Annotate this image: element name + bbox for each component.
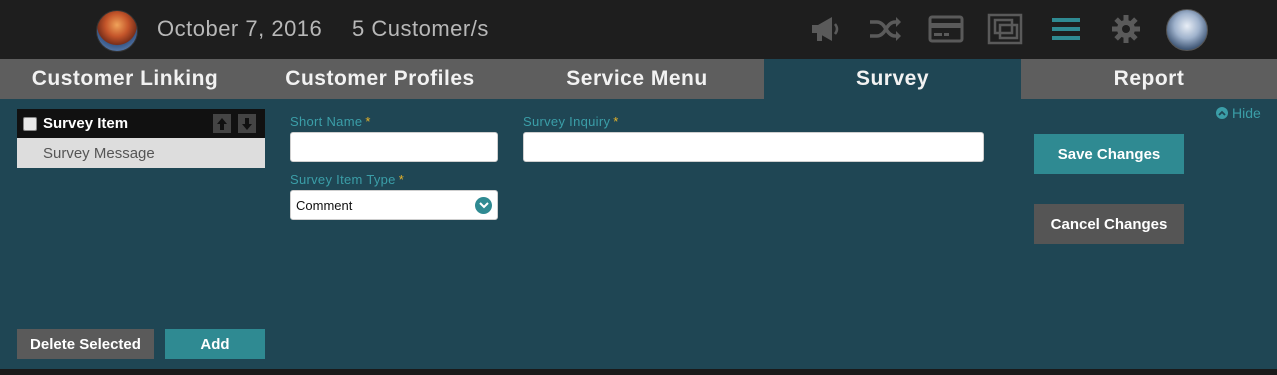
tab-customer-profiles[interactable]: Customer Profiles (250, 59, 510, 99)
shuffle-icon[interactable] (867, 12, 903, 46)
megaphone-icon[interactable] (808, 12, 844, 46)
screens-icon[interactable] (987, 12, 1023, 46)
hide-label: Hide (1232, 105, 1261, 121)
main-tabs: Customer Linking Customer Profiles Servi… (0, 59, 1277, 99)
chevron-down-icon (475, 197, 492, 214)
list-header: Survey Item (17, 109, 265, 138)
list-item[interactable]: Survey Message (17, 138, 265, 168)
logo[interactable] (96, 10, 138, 52)
save-changes-button[interactable]: Save Changes (1034, 134, 1184, 174)
survey-item-type-label-text: Survey Item Type (290, 172, 396, 187)
arrow-down-icon (242, 117, 252, 130)
current-date: October 7, 2016 (157, 16, 323, 41)
gear-icon[interactable] (1108, 12, 1144, 46)
short-name-label-text: Short Name (290, 114, 363, 129)
survey-item-list: Survey Item Survey Message (17, 109, 265, 168)
avatar[interactable] (1166, 9, 1208, 51)
survey-inquiry-input[interactable] (523, 132, 984, 162)
tab-service-menu[interactable]: Service Menu (510, 59, 764, 99)
survey-item-type-select[interactable]: Comment (290, 190, 498, 220)
delete-selected-button[interactable]: Delete Selected (17, 329, 154, 359)
move-up-button[interactable] (213, 114, 231, 133)
list-header-label: Survey Item (43, 115, 129, 132)
top-bar: October 7, 2016 5 Customer/s (0, 0, 1277, 59)
cancel-changes-button[interactable]: Cancel Changes (1034, 204, 1184, 244)
arrow-up-icon (217, 117, 227, 130)
chevron-up-icon (1216, 107, 1228, 119)
survey-panel: Survey Item Survey Message Delete Select… (0, 99, 1277, 369)
required-mark: * (613, 114, 619, 129)
required-mark: * (365, 114, 371, 129)
hide-link[interactable]: Hide (1216, 105, 1261, 121)
required-mark: * (398, 172, 405, 187)
survey-inquiry-label: Survey Inquiry * (523, 114, 619, 129)
customer-count: 5 Customer/s (352, 16, 489, 41)
survey-item-type-label: Survey Item Type * (290, 172, 404, 187)
tab-survey[interactable]: Survey (764, 59, 1021, 99)
short-name-label: Short Name * (290, 114, 371, 129)
bottom-strip (0, 369, 1277, 375)
credit-card-icon[interactable] (928, 12, 964, 46)
tab-customer-linking[interactable]: Customer Linking (0, 59, 250, 99)
add-button[interactable]: Add (165, 329, 265, 359)
survey-inquiry-label-text: Survey Inquiry (523, 114, 611, 129)
menu-icon[interactable] (1048, 12, 1084, 46)
select-all-checkbox[interactable] (23, 116, 37, 131)
short-name-input[interactable] (290, 132, 498, 162)
move-down-button[interactable] (238, 114, 256, 133)
survey-item-type-value: Comment (296, 197, 353, 213)
tab-report[interactable]: Report (1021, 59, 1277, 99)
